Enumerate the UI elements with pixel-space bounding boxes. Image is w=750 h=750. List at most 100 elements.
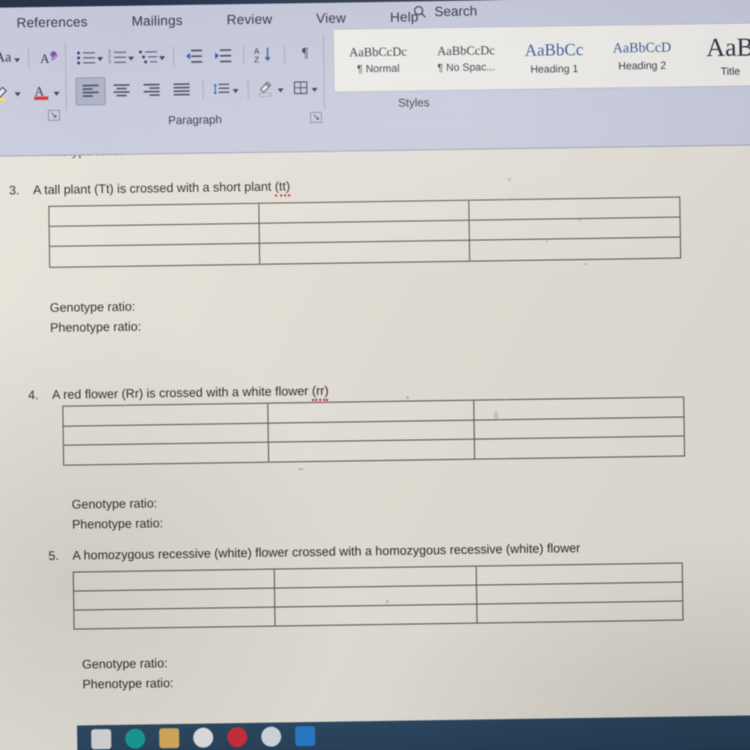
chevron-down-icon [14, 57, 21, 62]
align-center-button[interactable] [107, 78, 135, 104]
chevron-down-icon[interactable] [128, 56, 135, 61]
tab-review[interactable]: Review [205, 9, 295, 29]
genotype-ratio-label-5: Genotype ratio: [82, 656, 168, 672]
group-separator [202, 79, 204, 100]
question-4-text-body: A red flower (Rr) is crossed with a whit… [52, 384, 312, 402]
style-sample: AaBbCcDc [349, 44, 407, 60]
white-app-icon[interactable] [193, 727, 214, 748]
start-icon[interactable] [91, 729, 112, 750]
chevron-down-icon[interactable] [233, 88, 240, 93]
phenotype-ratio-label-3: Phenotype ratio: [50, 319, 142, 335]
line-spacing-button[interactable] [210, 76, 241, 102]
group-separator [64, 42, 67, 111]
tab-mailings[interactable]: Mailings [109, 10, 204, 30]
increase-indent-button[interactable] [209, 42, 237, 68]
document-page[interactable]: Phenotype ratio: 3. A tall plant (Tt) is… [0, 141, 750, 750]
style-name: Title [720, 65, 741, 78]
table-col-divider [258, 203, 261, 264]
align-right-icon [143, 83, 160, 96]
teal-app-icon[interactable] [125, 728, 146, 749]
sort-az-icon: A Z [254, 47, 271, 64]
table-col-divider [473, 400, 476, 459]
group-separator [247, 78, 250, 99]
font-color-button[interactable]: A [30, 79, 61, 105]
multilevel-list-button[interactable] [137, 43, 167, 69]
style-sample: AaBbCcD [612, 40, 672, 57]
tab-view[interactable]: View [294, 8, 368, 28]
align-center-icon [113, 84, 130, 97]
decrease-indent-button[interactable] [180, 43, 208, 69]
punnett-square-table-5[interactable] [72, 562, 684, 630]
clear-formatting-icon: A [40, 51, 58, 66]
search-icon [414, 5, 426, 18]
question-3-text: A tall plant (Tt) is crossed with a shor… [33, 179, 291, 197]
table-col-divider [273, 569, 276, 626]
style-item-heading-2[interactable]: AaBbCcD Heading 2 [598, 24, 687, 87]
folder-icon[interactable] [159, 728, 180, 749]
group-separator [284, 44, 286, 65]
svg-text:Z: Z [254, 55, 259, 64]
chevron-down-icon [14, 91, 21, 96]
paragraph-dialog-launcher[interactable]: ↘ [310, 111, 323, 124]
font-dialog-launcher[interactable]: ↘ [47, 109, 60, 121]
borders-button[interactable] [291, 75, 319, 101]
styles-gallery[interactable]: AaBbCcDc ¶ Normal AaBbCcDc ¶ No Spac... … [332, 22, 750, 93]
numbering-button[interactable]: 1 2 3 [106, 44, 136, 70]
punnett-square-table-3[interactable] [48, 196, 682, 268]
blue-app-icon[interactable] [295, 726, 316, 747]
punnett-square-table-4[interactable] [62, 396, 686, 466]
sort-button[interactable]: A Z [250, 41, 278, 67]
red-app-icon[interactable] [227, 727, 248, 748]
style-sample: AaB [705, 31, 750, 62]
table-row-divider [63, 416, 684, 427]
group-separator [173, 46, 175, 67]
style-sample: AaBbCс [524, 39, 584, 60]
style-item-no-spacing[interactable]: AaBbCcDc ¶ No Spac... [422, 27, 511, 90]
shading-button[interactable] [256, 75, 286, 101]
search-label: Search [434, 3, 478, 20]
borders-icon [293, 81, 308, 95]
table-row-divider [74, 581, 682, 592]
screen-photo: Phenotype ratio: 3. A tall plant (Tt) is… [0, 0, 750, 750]
font-color-icon: A [34, 83, 49, 101]
chevron-down-icon[interactable] [159, 55, 166, 60]
ribbon-group-styles: AaBbCcDc ¶ Normal AaBbCcDc ¶ No Spac... … [322, 22, 750, 110]
style-item-title[interactable]: AaB Title [686, 23, 750, 86]
justify-button[interactable] [167, 77, 195, 103]
phenotype-ratio-label-4: Phenotype ratio: [71, 516, 164, 532]
align-left-button[interactable] [75, 77, 106, 106]
genotype-ratio-label-3: Genotype ratio: [49, 299, 136, 315]
style-item-heading-1[interactable]: AaBbCс Heading 1 [510, 26, 599, 89]
table-col-divider [468, 200, 471, 261]
light-app-icon[interactable] [261, 726, 282, 747]
change-case-button[interactable]: Aa [0, 45, 22, 71]
chevron-down-icon[interactable] [311, 87, 318, 92]
align-right-button[interactable] [137, 77, 165, 103]
line-spacing-icon [213, 83, 230, 94]
highlighter-icon [0, 86, 7, 101]
question-4-misspelled-word: (rr) [311, 383, 329, 402]
style-item-normal[interactable]: AaBbCcDc ¶ Normal [334, 28, 423, 91]
svg-text:A: A [34, 83, 44, 98]
clear-formatting-button[interactable]: A [35, 45, 63, 71]
genotype-ratio-label-4: Genotype ratio: [71, 496, 158, 512]
word-ribbon: References Mailings Review View Help Sea… [0, 0, 750, 157]
group-separator [243, 44, 245, 66]
search-box[interactable]: Search [412, 4, 477, 20]
decrease-indent-icon [186, 49, 203, 63]
text-highlight-color-button[interactable] [0, 79, 23, 105]
show-formatting-marks-button[interactable]: ¶ [291, 41, 319, 67]
tab-references[interactable]: References [0, 11, 110, 32]
table-row-divider [49, 216, 680, 227]
chevron-down-icon[interactable] [97, 56, 104, 61]
paragraph-group-label: Paragraph [168, 114, 223, 128]
style-name: Heading 2 [618, 59, 667, 72]
ribbon-group-font: Aa A A ↘ [0, 41, 64, 121]
chevron-down-icon[interactable] [277, 87, 284, 93]
group-separator [322, 34, 325, 109]
question-5-text: A homozygous recessive (white) flower cr… [72, 541, 581, 563]
table-col-divider [267, 403, 270, 462]
bullets-button[interactable] [75, 44, 105, 70]
table-row-divider [63, 435, 684, 446]
justify-icon [173, 83, 190, 96]
